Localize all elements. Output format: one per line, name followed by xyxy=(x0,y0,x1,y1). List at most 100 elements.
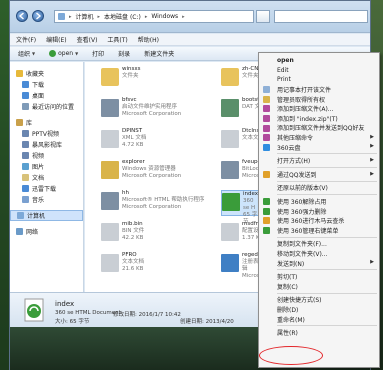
nav-item[interactable]: 音乐 xyxy=(10,194,83,205)
context-menu-item[interactable]: 添加到压缩文件并发送到QQ好友 xyxy=(259,123,379,133)
nav-item[interactable]: 收藏夹 xyxy=(10,68,83,79)
file-name: DPINST xyxy=(122,128,143,134)
forward-button[interactable] xyxy=(32,10,44,22)
bitlocker-icon xyxy=(221,161,239,179)
breadcrumb-windows[interactable]: Windows xyxy=(151,13,178,20)
address-field[interactable]: ▸ 计算机 ▸ 本地磁盘 (C:) ▸ Windows ▸ xyxy=(54,10,254,23)
nav-item-label: 收藏夹 xyxy=(26,71,45,78)
file-item[interactable]: winsxs 文件夹 xyxy=(101,66,211,92)
context-menu-item[interactable]: open xyxy=(259,56,379,66)
text-doc-icon xyxy=(101,254,119,272)
organize-button[interactable]: 组织 ▼ xyxy=(18,49,35,58)
context-menu-label: 使用 360进行木马云查杀 xyxy=(277,218,345,226)
file-item[interactable]: hh Microsoft® HTML 帮助执行程序 Microsoft Corpor… xyxy=(101,190,211,216)
nav-item[interactable]: 最近访问的位置 xyxy=(10,101,83,112)
file-item[interactable]: mib.bin BIN 文件 42.2 KB xyxy=(101,221,211,247)
menu-tools[interactable]: 工具(T) xyxy=(107,35,127,44)
menu-help[interactable]: 帮助(H) xyxy=(138,35,159,44)
html-document-icon xyxy=(24,298,44,322)
context-menu-label: 管理员取得所有权 xyxy=(277,96,326,104)
details-file-size: 大小: 65 字节 xyxy=(55,319,90,325)
context-menu-item[interactable]: 其他压缩命令 ▶ xyxy=(259,133,379,143)
context-menu-item[interactable]: 使用 360强力删除 xyxy=(259,206,379,216)
explorer-icon xyxy=(101,161,119,179)
context-menu-item[interactable]: 创建快捷方式(S) xyxy=(259,295,379,305)
nav-item[interactable]: 视频 xyxy=(10,150,83,161)
context-menu-item[interactable]: 复制到文件夹(F)... xyxy=(259,239,379,249)
context-menu-item[interactable]: 打开方式(H) ▶ xyxy=(259,156,379,166)
context-menu-item[interactable]: 使用 360进行木马云查杀 xyxy=(259,216,379,226)
address-history-dropdown[interactable] xyxy=(256,10,270,23)
menu-file[interactable]: 文件(F) xyxy=(16,35,36,44)
nav-item-label: 图片 xyxy=(32,164,45,171)
menu-separator xyxy=(277,167,377,169)
context-menu-item[interactable]: 重命名(M) xyxy=(259,314,379,324)
file-item[interactable]: msdfmap 配置设置 1.37 KB xyxy=(221,221,268,247)
context-menu-item[interactable]: 360云盘 ▶ xyxy=(259,142,379,152)
context-menu-item[interactable]: 管理员取得所有权 xyxy=(259,94,379,104)
context-menu-item[interactable]: 添加到 "index.zip"(T) xyxy=(259,114,379,124)
file-item[interactable]: explorer Windows 资源管理器 Microsoft Corporati… xyxy=(101,159,211,185)
context-menu-item[interactable]: Edit xyxy=(259,66,379,76)
nav-item[interactable]: 迅雷下载 xyxy=(10,183,83,194)
nav-item-label: 视频 xyxy=(32,153,45,160)
file-item[interactable]: PFRO 文本文档 21.6 KB xyxy=(101,252,211,278)
file-item[interactable]: DtcInstall 文本文档 xyxy=(221,128,268,154)
context-menu-item[interactable]: 使用 360解除占用 xyxy=(259,197,379,207)
context-menu-item[interactable]: 还原以前的版本(V) xyxy=(259,183,379,193)
file-type: 文本文档 xyxy=(122,259,145,265)
nav-item-label: 文档 xyxy=(32,175,45,182)
file-item-text: PFRO 文本文档 21.6 KB xyxy=(122,252,144,273)
nav-item[interactable]: 下载 xyxy=(10,79,83,90)
menu-separator xyxy=(277,153,377,155)
nav-item[interactable]: 桌面 xyxy=(10,90,83,101)
file-item[interactable]: DPINST XML 文档 4.72 KB xyxy=(101,128,211,154)
context-menu-item[interactable]: 添加到压缩文件(A)... xyxy=(259,104,379,114)
search-input[interactable] xyxy=(274,10,368,23)
breadcrumb-computer[interactable]: 计算机 xyxy=(76,12,94,21)
menu-view[interactable]: 查看(V) xyxy=(77,35,98,44)
file-item[interactable]: zh-CN 文件夹 xyxy=(221,66,261,92)
file-item[interactable]: fveupdat BitLocker Microsoft xyxy=(221,159,267,185)
print-button[interactable]: 打印 xyxy=(92,49,104,58)
breadcrumb-separator: ▸ xyxy=(69,13,72,20)
file-item[interactable]: regedit 注册表编辑 Microsoft xyxy=(221,252,267,279)
menu-edit[interactable]: 编辑(E) xyxy=(46,35,66,44)
context-menu-label: 复制(C) xyxy=(277,283,298,291)
back-button[interactable] xyxy=(16,10,28,22)
360-icon xyxy=(263,207,270,215)
context-menu-item[interactable]: 移动到文件夹(V)... xyxy=(259,249,379,259)
burn-button[interactable]: 刻录 xyxy=(118,49,130,58)
nav-item-label: 计算机 xyxy=(27,213,46,220)
nav-item[interactable]: 图片 xyxy=(10,161,83,172)
file-item-text: winsxs 文件夹 xyxy=(122,66,141,80)
nav-item[interactable]: 计算机 xyxy=(10,210,83,221)
nav-item[interactable]: 库 xyxy=(10,117,83,128)
file-detail: 42.2 KB xyxy=(122,235,144,241)
file-name: hh xyxy=(122,190,129,196)
context-menu-label: 通过QQ发送到 xyxy=(277,171,317,179)
file-item[interactable]: bfsvc 启动文件维护实用程序 Microsoft Corporation xyxy=(101,97,211,123)
context-menu-item[interactable]: 删除(D) xyxy=(259,305,379,315)
html-doc-icon xyxy=(222,193,240,211)
context-menu-item[interactable]: 发送到(N) ▶ xyxy=(259,258,379,268)
nav-item[interactable]: PPTV视频 xyxy=(10,128,83,139)
context-menu-item[interactable]: 用记事本打开该文件 xyxy=(259,85,379,95)
context-menu-item[interactable]: Print xyxy=(259,75,379,85)
details-created-date: 创建日期: 2013/4/20 xyxy=(180,319,234,325)
recent-places-icon xyxy=(22,103,29,110)
new-folder-button[interactable]: 新建文件夹 xyxy=(144,49,174,58)
open-button[interactable]: open ▼ xyxy=(49,50,78,57)
nav-item[interactable]: 网络 xyxy=(10,226,83,237)
context-menu-item[interactable]: 使用 360管理右键菜单 xyxy=(259,226,379,236)
download-icon xyxy=(22,81,29,88)
file-item[interactable]: index 360 se H 65 字节 xyxy=(221,190,261,225)
context-menu-item[interactable]: 复制(C) xyxy=(259,281,379,291)
breadcrumb-drive[interactable]: 本地磁盘 (C:) xyxy=(104,12,141,21)
context-menu-item[interactable]: 属性(R) xyxy=(259,328,379,338)
nav-item[interactable]: 暴风影视库 xyxy=(10,139,83,150)
nav-item[interactable]: 文档 xyxy=(10,172,83,183)
file-item[interactable]: bootstat. DAT 文件 xyxy=(221,97,267,123)
context-menu-item[interactable]: 通过QQ发送到 ▶ xyxy=(259,170,379,180)
context-menu-item[interactable]: 剪切(T) xyxy=(259,272,379,282)
